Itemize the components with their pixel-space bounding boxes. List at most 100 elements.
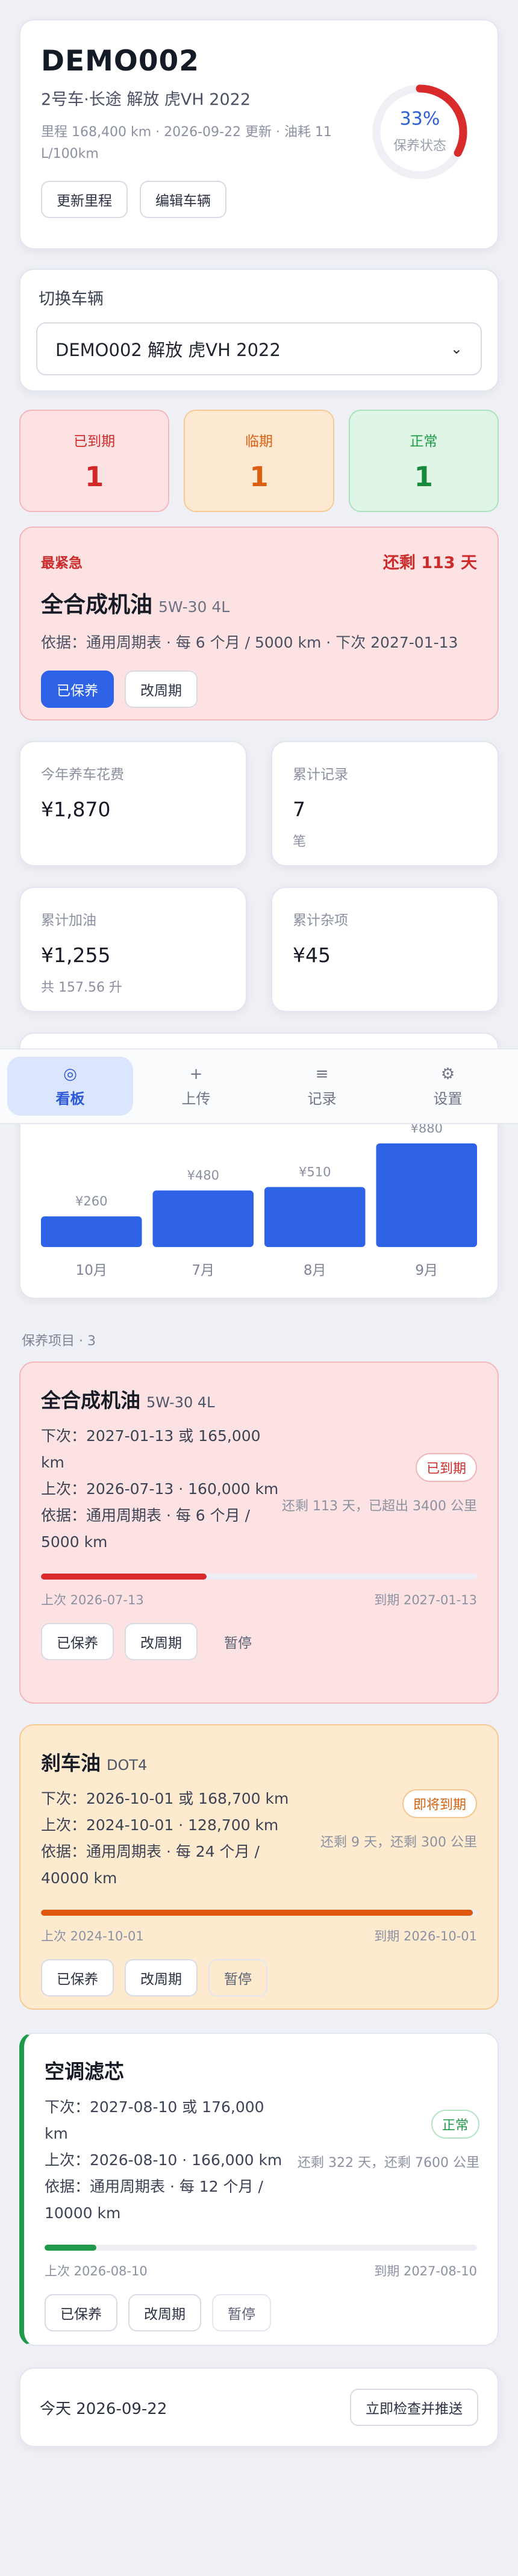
chart-data-label-2: ¥510 (299, 1165, 331, 1179)
item-done-button[interactable]: 已保养 (41, 1959, 114, 1996)
chart-category-label-1: 7月 (192, 1263, 214, 1278)
vehicle-select[interactable]: DEMO002 解放 虎VH 2022 ⌄ (36, 322, 482, 375)
misc-label: 累计杂项 (293, 913, 348, 928)
chart-bar-0 (41, 1216, 142, 1247)
item-spec: DOT4 (107, 1757, 148, 1774)
overdue-count: 1 (85, 460, 104, 493)
item-pause-button[interactable]: 暂停 (208, 1623, 267, 1660)
most-urgent-remaining: 还剩 113 天 (382, 554, 477, 572)
health-label: 保养状态 (393, 139, 446, 154)
vehicle-header-card: DEMO002 2号车·长途 解放 虎VH 2022 里程 168,400 km… (19, 19, 499, 249)
status-counts: 已到期 1 临期 1 正常 1 (19, 410, 499, 512)
due-soon-count: 1 (249, 460, 269, 493)
item-last-date: 上次 2024-10-01 (41, 1929, 144, 1943)
dashboard-icon: ◎ (63, 1064, 77, 1083)
most-urgent-change-period-button[interactable]: 改周期 (125, 671, 198, 708)
most-urgent-tag: 最紧急 (41, 555, 83, 571)
item-last: 上次：2026-08-10 · 166,000 km (45, 2151, 282, 2169)
item-change-period-button[interactable]: 改周期 (125, 1959, 198, 1996)
item-status-badge: 即将到期 (402, 1789, 477, 1818)
item-next: 下次：2026-10-01 或 168,700 km (41, 1790, 289, 1807)
overdue-label: 已到期 (73, 433, 116, 449)
item-status-badge: 已到期 (415, 1453, 477, 1482)
vehicle-meta: 里程 168,400 km · 2026-09-22 更新 · 油耗 11 L/… (41, 125, 332, 161)
item-pause-button[interactable]: 暂停 (212, 2294, 271, 2331)
fuel-volume: 共 157.56 升 (41, 980, 122, 995)
health-ring: 33% 保养状态 (369, 81, 471, 183)
item-progress-fill (45, 2245, 97, 2251)
records-card: 累计记录 7 笔 (271, 741, 499, 866)
today-date: 今天 2026-09-22 (40, 2399, 167, 2418)
item-progress-bar (45, 2245, 477, 2251)
most-urgent-basis: 依据：通用周期表 · 每 6 个月 / 5000 km · 下次 2027-01… (41, 634, 458, 651)
records-label: 累计记录 (293, 767, 348, 783)
fuel-cost-card: 累计加油 ¥1,255 共 157.56 升 (19, 887, 247, 1012)
footer-card: 今天 2026-09-22 立即检查并推送 (19, 2368, 499, 2447)
most-urgent-spec: 5W-30 4L (158, 598, 230, 616)
most-urgent-item-name: 全合成机油 (41, 592, 152, 617)
fuel-value: ¥1,255 (41, 943, 111, 967)
chart-category-label-3: 9月 (415, 1263, 438, 1278)
item-due-date: 到期 2026-10-01 (374, 1929, 477, 1943)
chart-category-label-2: 8月 (304, 1263, 326, 1278)
item-progress-fill (41, 1574, 207, 1580)
tab-label: 设置 (433, 1090, 463, 1107)
chevron-down-icon: ⌄ (450, 340, 463, 357)
item-change-period-button[interactable]: 改周期 (128, 2294, 201, 2331)
fuel-label: 累计加油 (41, 913, 96, 928)
due-soon-label: 临期 (245, 433, 273, 449)
tab-dashboard[interactable]: ◎ 看板 (7, 1057, 133, 1116)
plus-icon: + (189, 1064, 203, 1083)
check-and-push-button[interactable]: 立即检查并推送 (350, 2389, 478, 2426)
overdue-stat[interactable]: 已到期 1 (19, 410, 170, 512)
normal-stat[interactable]: 正常 1 (348, 410, 499, 512)
update-mileage-button[interactable]: 更新里程 (41, 181, 128, 218)
item-remaining: 还剩 322 天，还剩 7600 公里 (298, 2156, 479, 2171)
year-cost-value: ¥1,870 (41, 798, 111, 821)
item-progress-fill (41, 1910, 473, 1916)
chart-bar-1 (152, 1190, 254, 1247)
tab-upload[interactable]: + 上传 (133, 1057, 259, 1116)
edit-vehicle-button[interactable]: 编辑车辆 (140, 181, 226, 218)
tab-label: 记录 (307, 1090, 337, 1107)
most-urgent-name: 全合成机油 5W-30 4L (41, 586, 477, 619)
due-soon-stat[interactable]: 临期 1 (184, 410, 334, 512)
item-progress-bar (41, 1910, 477, 1916)
item-status-badge: 正常 (431, 2110, 479, 2139)
item-name: 全合成机油 (41, 1389, 140, 1412)
item-last: 上次：2026-07-13 · 160,000 km (41, 1480, 279, 1498)
most-urgent-done-button[interactable]: 已保养 (41, 671, 114, 708)
tab-settings[interactable]: ⚙ 设置 (385, 1057, 511, 1116)
item-spec: 5W-30 4L (146, 1394, 215, 1411)
item-basis: 依据：通用周期表 · 每 24 个月 / 40000 km (41, 1843, 260, 1887)
item-next: 下次：2027-01-13 或 165,000 km (41, 1427, 261, 1471)
item-pause-button[interactable]: 暂停 (208, 1959, 267, 1996)
item-done-button[interactable]: 已保养 (45, 2294, 117, 2331)
item-name: 空调滤芯 (45, 2060, 124, 2083)
maintenance-item-1: 刹车油 DOT4 下次：2026-10-01 或 168,700 km 上次：20… (19, 1724, 499, 2010)
tab-records[interactable]: ≡ 记录 (259, 1057, 385, 1116)
chart-data-label-1: ¥480 (187, 1168, 219, 1183)
item-last: 上次：2024-10-01 · 128,700 km (41, 1816, 279, 1834)
chart-data-label-0: ¥260 (75, 1194, 107, 1208)
tab-label: 上传 (181, 1090, 211, 1107)
year-cost-card: 今年养车花费 ¥1,870 (19, 741, 247, 866)
item-done-button[interactable]: 已保养 (41, 1623, 114, 1660)
normal-count: 1 (414, 460, 433, 493)
item-change-period-button[interactable]: 改周期 (125, 1623, 198, 1660)
chart-category-label-0: 10月 (76, 1263, 107, 1278)
vehicle-plate: DEMO002 (41, 45, 199, 78)
item-basis: 依据：通用周期表 · 每 12 个月 / 10000 km (45, 2178, 263, 2222)
chart-bar-3 (376, 1143, 477, 1247)
item-name: 刹车油 (41, 1751, 101, 1775)
gear-icon: ⚙ (440, 1064, 455, 1083)
records-unit: 笔 (293, 834, 307, 849)
item-due-date: 到期 2027-08-10 (374, 2264, 477, 2278)
maintenance-item-0: 全合成机油 5W-30 4L 下次：2027-01-13 或 165,000 km… (19, 1361, 499, 1704)
items-section-label: 保养项目 · 3 (22, 1334, 96, 1349)
vehicle-switcher-card: 切换车辆 DEMO002 解放 虎VH 2022 ⌄ (19, 269, 499, 392)
misc-cost-card: 累计杂项 ¥45 (271, 887, 499, 1012)
health-ring-chart (372, 84, 467, 180)
tab-label: 看板 (55, 1090, 85, 1107)
item-due-date: 到期 2027-01-13 (374, 1593, 477, 1607)
